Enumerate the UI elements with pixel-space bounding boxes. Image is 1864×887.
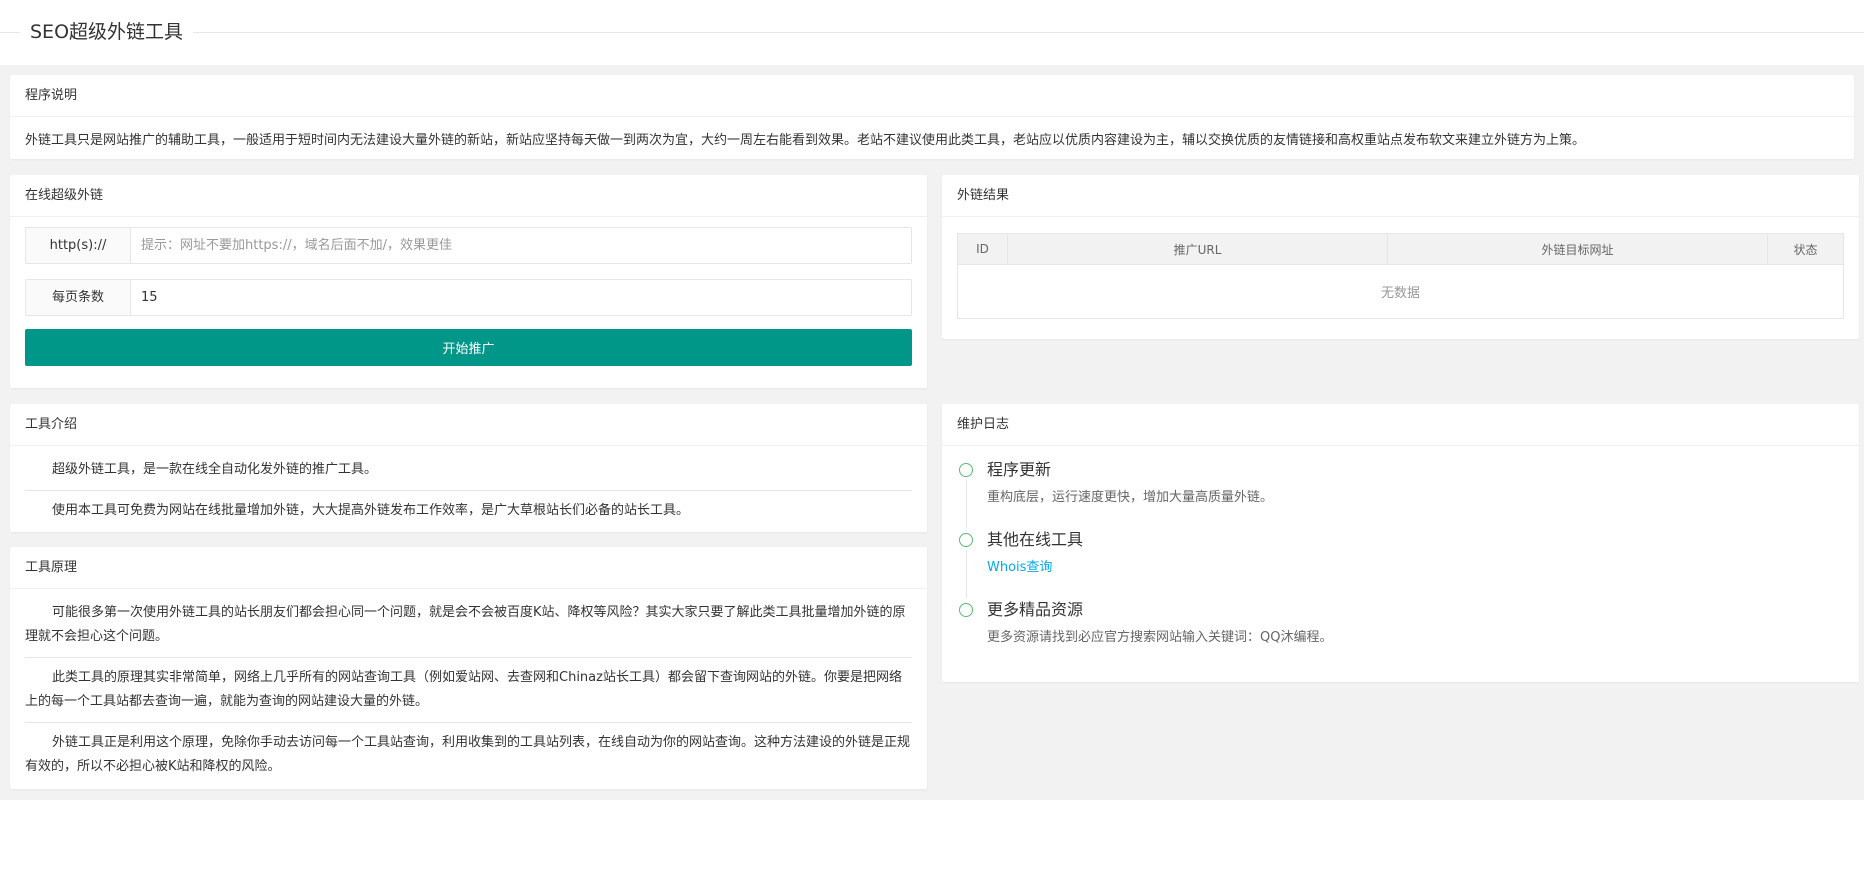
principle-paragraph: 可能很多第一次使用外链工具的站长朋友们都会担心同一个问题，就是会不会被百度K站、… bbox=[25, 605, 906, 644]
timeline-title: 更多精品资源 bbox=[987, 600, 1084, 619]
intro-card: 工具介绍 超级外链工具，是一款在线全自动化发外链的推广工具。 使用本工具可免费为… bbox=[10, 404, 927, 532]
principle-paragraph: 此类工具的原理其实非常简单，网络上几乎所有的网站查询工具（例如爱站网、去查网和C… bbox=[25, 657, 912, 722]
timeline-line bbox=[966, 550, 967, 598]
maintenance-log-card: 维护日志 程序更新 重构底层，运行速度更快，增加大量高质量外链。 其他在线工具 … bbox=[942, 404, 1859, 682]
timeline-text: 重构底层，运行速度更快，增加大量高质量外链。 bbox=[987, 490, 1274, 505]
description-card-title: 程序说明 bbox=[10, 75, 1854, 117]
timeline-text: 更多资源请找到必应官方搜索网站输入关键词：QQ沐编程。 bbox=[987, 630, 1333, 645]
header-divider bbox=[0, 32, 1864, 33]
whois-link[interactable]: Whois查询 bbox=[987, 556, 1052, 580]
result-card: 外链结果 ID 推广URL 外链目标网址 状态 无数据 bbox=[942, 175, 1859, 339]
page-header: SEO超级外链工具 bbox=[0, 0, 1864, 65]
description-text: 外链工具只是网站推广的辅助工具，一般适用于短时间内无法建设大量外链的新站，新站应… bbox=[25, 133, 1586, 148]
timeline-line bbox=[966, 480, 967, 528]
start-promotion-button[interactable]: 开始推广 bbox=[25, 329, 912, 366]
link-form-card-title: 在线超级外链 bbox=[10, 175, 927, 217]
result-table-header: ID 推广URL 外链目标网址 状态 bbox=[957, 233, 1844, 265]
url-label: http(s):// bbox=[26, 228, 131, 263]
count-row: 每页条数 bbox=[25, 279, 912, 316]
table-row: 无数据 bbox=[957, 264, 1844, 319]
principle-card-title: 工具原理 bbox=[10, 547, 927, 589]
result-table: ID 推广URL 外链目标网址 状态 无数据 bbox=[957, 233, 1844, 319]
principle-card: 工具原理 可能很多第一次使用外链工具的站长朋友们都会担心同一个问题，就是会不会被… bbox=[10, 547, 927, 789]
timeline-item: 更多精品资源 更多资源请找到必应官方搜索网站输入关键词：QQ沐编程。 bbox=[957, 598, 1844, 660]
timeline-title: 程序更新 bbox=[987, 460, 1052, 479]
maintenance-log-title: 维护日志 bbox=[942, 404, 1859, 446]
count-input[interactable] bbox=[131, 280, 911, 315]
count-label: 每页条数 bbox=[26, 280, 131, 315]
url-row: http(s):// bbox=[25, 227, 912, 264]
column-header-status[interactable]: 状态 bbox=[1767, 233, 1844, 265]
intro-paragraph: 超级外链工具，是一款在线全自动化发外链的推广工具。 bbox=[52, 462, 378, 477]
column-header-promo-url[interactable]: 推广URL bbox=[1007, 233, 1388, 265]
result-card-title: 外链结果 bbox=[942, 175, 1859, 217]
column-header-target-url[interactable]: 外链目标网址 bbox=[1387, 233, 1768, 265]
column-header-id[interactable]: ID bbox=[957, 233, 1008, 265]
circle-icon bbox=[959, 603, 973, 617]
circle-icon bbox=[959, 463, 973, 477]
circle-icon bbox=[959, 533, 973, 547]
empty-text: 无数据 bbox=[957, 264, 1844, 319]
intro-paragraph: 使用本工具可免费为网站在线批量增加外链，大大提高外链发布工作效率，是广大草根站长… bbox=[25, 490, 912, 531]
description-card: 程序说明 外链工具只是网站推广的辅助工具，一般适用于短时间内无法建设大量外链的新… bbox=[10, 75, 1854, 159]
page-title: SEO超级外链工具 bbox=[20, 18, 194, 46]
timeline-item: 程序更新 重构底层，运行速度更快，增加大量高质量外链。 bbox=[957, 458, 1844, 528]
timeline-item: 其他在线工具 Whois查询 bbox=[957, 528, 1844, 598]
url-input[interactable] bbox=[131, 228, 911, 263]
link-form-card: 在线超级外链 http(s):// 每页条数 开始推广 bbox=[10, 175, 927, 388]
principle-paragraph: 外链工具正是利用这个原理，免除你手动去访问每一个工具站查询，利用收集到的工具站列… bbox=[25, 722, 912, 787]
timeline-title: 其他在线工具 bbox=[987, 530, 1084, 549]
intro-card-title: 工具介绍 bbox=[10, 404, 927, 446]
